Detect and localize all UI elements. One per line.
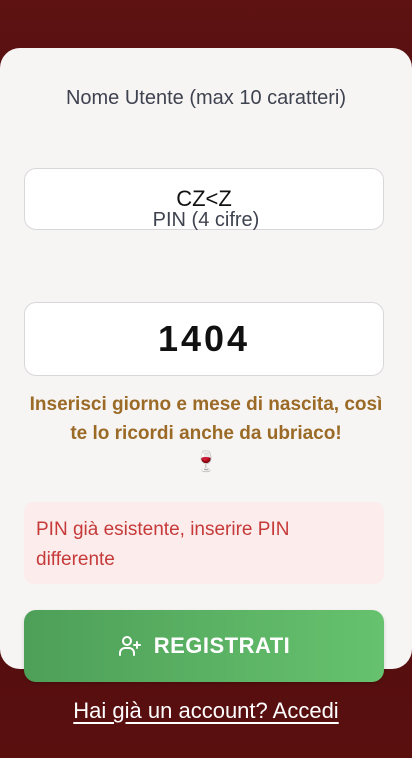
register-button-label: REGISTRATI <box>153 633 291 658</box>
pin-input[interactable] <box>24 302 384 376</box>
login-link[interactable]: Hai già un account? Accedi <box>0 698 412 724</box>
pin-hint: Inserisci giorno e mese di nascita, così… <box>20 390 392 476</box>
pin-hint-text: Inserisci giorno e mese di nascita, così… <box>29 394 383 444</box>
wine-glass-icon: 🍷 <box>193 451 219 473</box>
pin-label: PIN (4 cifre) <box>152 209 260 231</box>
username-label: Nome Utente (max 10 caratteri) <box>65 87 347 109</box>
error-message: PIN già esistente, inserire PIN differen… <box>24 502 384 584</box>
register-button[interactable]: REGISTRATI <box>24 610 384 682</box>
registration-card: Nome Utente (max 10 caratteri) PIN (4 ci… <box>0 48 412 682</box>
user-plus-icon <box>118 634 142 658</box>
